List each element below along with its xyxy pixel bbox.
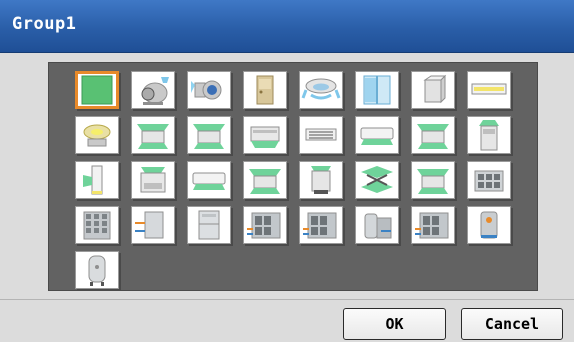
title-bar: Group1 (0, 0, 574, 53)
icon-pipe-unit-graphic (135, 211, 164, 239)
icon-cassette-3[interactable] (411, 116, 455, 154)
icon-outdoor-unit-2-graphic (83, 211, 111, 240)
icon-ceiling-round-graphic (301, 78, 341, 100)
icon-ceiling-panel[interactable] (467, 71, 511, 109)
icon-grid-panel (48, 62, 538, 291)
icon-cabinet[interactable] (187, 206, 231, 244)
icon-door-graphic (256, 75, 274, 105)
icon-floor-console[interactable] (131, 161, 175, 199)
icon-ceiling-suspended-graphic (250, 126, 280, 148)
icon-heat-exchanger-graphic (361, 166, 393, 193)
icon-motor[interactable] (131, 71, 175, 109)
icon-outdoor-unit-2[interactable] (75, 206, 119, 244)
icon-cassette-5-graphic (417, 169, 449, 194)
icon-box-unit[interactable] (411, 71, 455, 109)
icon-fan[interactable] (187, 71, 231, 109)
icon-window[interactable] (355, 71, 399, 109)
icon-outdoor-unit-1-graphic (474, 170, 504, 192)
icon-boiler-graphic (480, 211, 498, 239)
icon-floor-unit[interactable] (467, 116, 511, 154)
icon-tower-unit-graphic (83, 165, 103, 195)
icon-wall-vent-graphic (305, 128, 337, 141)
icon-ceiling-round-yellow[interactable] (75, 116, 119, 154)
icon-chiller-1-graphic (247, 212, 281, 239)
icon-outdoor-unit-1[interactable] (467, 161, 511, 199)
icon-heat-exchanger[interactable] (355, 161, 399, 199)
icon-window-graphic (363, 75, 391, 105)
icon-floor-standing-graphic (311, 166, 331, 194)
icon-chiller-2-graphic (303, 212, 337, 239)
icon-motor-graphic (141, 77, 169, 105)
icon-box-unit-graphic (423, 74, 447, 104)
icon-green-square[interactable] (75, 71, 119, 109)
icon-tank-unit[interactable] (355, 206, 399, 244)
icon-chiller-3[interactable] (411, 206, 455, 244)
icon-wall-vent[interactable] (299, 116, 343, 154)
icon-tower-unit[interactable] (75, 161, 119, 199)
icon-ceiling-suspended[interactable] (243, 116, 287, 154)
footer-divider (0, 299, 574, 300)
icon-tank-unit-graphic (364, 213, 392, 239)
icon-green-square-graphic (81, 75, 113, 105)
icon-cabinet-graphic (198, 210, 220, 240)
icon-wall-split-graphic (192, 172, 226, 190)
icon-wall-mounted-graphic (360, 127, 394, 145)
ok-button[interactable]: OK (343, 308, 446, 340)
icon-chiller-1[interactable] (243, 206, 287, 244)
icon-floor-standing[interactable] (299, 161, 343, 199)
icon-cassette-4[interactable] (243, 161, 287, 199)
icon-wall-mounted[interactable] (355, 116, 399, 154)
icon-floor-console-graphic (140, 167, 166, 193)
icon-cassette-3-graphic (417, 124, 449, 149)
icon-cassette-1[interactable] (131, 116, 175, 154)
icon-wall-split[interactable] (187, 161, 231, 199)
icon-cassette-2[interactable] (187, 116, 231, 154)
icon-cassette-2-graphic (193, 124, 225, 149)
icon-cassette-4-graphic (249, 169, 281, 194)
icon-floor-unit-graphic (479, 120, 499, 151)
icon-ceiling-round[interactable] (299, 71, 343, 109)
icon-chiller-3-graphic (415, 212, 449, 239)
icon-ceiling-round-yellow-graphic (83, 124, 111, 147)
icon-pipe-unit[interactable] (131, 206, 175, 244)
icon-water-tank[interactable] (75, 251, 119, 289)
icon-boiler[interactable] (467, 206, 511, 244)
icon-cassette-5[interactable] (411, 161, 455, 199)
group-icon-dialog: Group1 OK Cancel (0, 0, 574, 342)
icon-cassette-1-graphic (137, 124, 169, 149)
icon-fan-graphic (191, 80, 222, 100)
icon-chiller-2[interactable] (299, 206, 343, 244)
cancel-button[interactable]: Cancel (461, 308, 563, 340)
dialog-title: Group1 (12, 14, 77, 34)
icon-ceiling-panel-graphic (471, 83, 507, 95)
icon-door[interactable] (243, 71, 287, 109)
icon-water-tank-graphic (88, 255, 106, 286)
